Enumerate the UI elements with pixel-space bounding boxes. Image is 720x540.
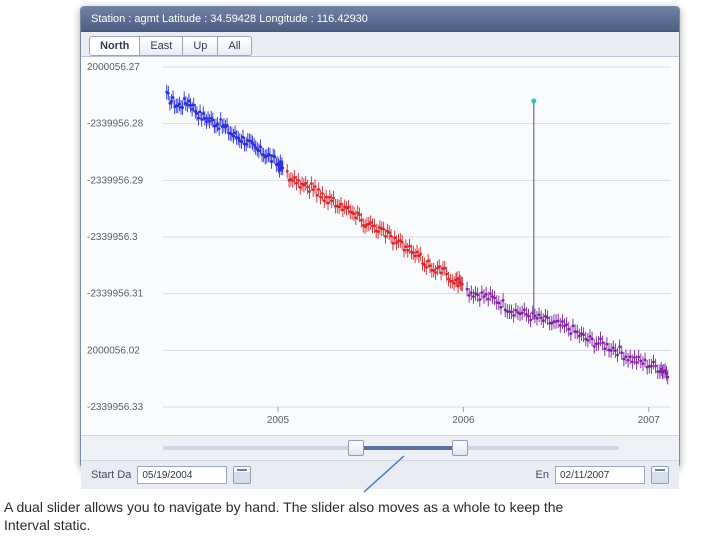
- svg-text:2000056.02: 2000056.02: [87, 345, 140, 356]
- plot-area[interactable]: 2000056.27 -2339956.28 -2339956.29 -2339956…: [81, 57, 679, 435]
- slider-thumb-left[interactable]: [348, 440, 364, 456]
- title-station-prefix: Station :: [91, 13, 134, 25]
- tab-north[interactable]: North: [89, 36, 140, 56]
- svg-text:-2339956.31: -2339956.31: [87, 289, 144, 300]
- window-titlebar: Station : agmt Latitude : 34.59428 Longi…: [81, 7, 679, 32]
- slider-selected-range[interactable]: [355, 446, 460, 450]
- svg-text:2005: 2005: [267, 415, 290, 426]
- component-tabs: North East Up All: [81, 32, 679, 57]
- tab-all[interactable]: All: [217, 36, 251, 56]
- slider-thumb-right[interactable]: [452, 440, 468, 456]
- chart-window: Station : agmt Latitude : 34.59428 Longi…: [80, 6, 680, 468]
- title-lon-label: Longitude :: [259, 13, 317, 25]
- calendar-icon[interactable]: [233, 466, 251, 484]
- start-date-label: Start Da: [91, 469, 131, 481]
- timeseries-plot: 2000056.27 -2339956.28 -2339956.29 -2339956…: [81, 57, 679, 435]
- svg-text:2000056.27: 2000056.27: [87, 62, 140, 73]
- svg-text:-2339956.28: -2339956.28: [87, 119, 144, 130]
- svg-text:-2339956.33: -2339956.33: [87, 402, 144, 413]
- end-date-input[interactable]: [555, 466, 645, 484]
- title-lon-value: 116.42930: [317, 13, 368, 25]
- svg-text:2006: 2006: [452, 415, 475, 426]
- time-slider: [81, 435, 679, 460]
- tab-up[interactable]: Up: [182, 36, 218, 56]
- calendar-icon[interactable]: [651, 466, 669, 484]
- caption-text: A dual slider allows you to navigate by …: [4, 498, 710, 534]
- title-station-id: agmt: [134, 13, 158, 25]
- date-form-row: Start Da En: [81, 460, 679, 489]
- svg-text:-2339956.3: -2339956.3: [87, 232, 138, 243]
- svg-text:-2339956.29: -2339956.29: [87, 175, 144, 186]
- title-lat-value: 34.59428: [210, 13, 256, 25]
- start-date-input[interactable]: [137, 466, 227, 484]
- tab-east[interactable]: East: [139, 36, 183, 56]
- svg-text:2007: 2007: [638, 415, 661, 426]
- end-date-label: En: [536, 469, 549, 481]
- title-lat-label: Latitude :: [162, 13, 210, 25]
